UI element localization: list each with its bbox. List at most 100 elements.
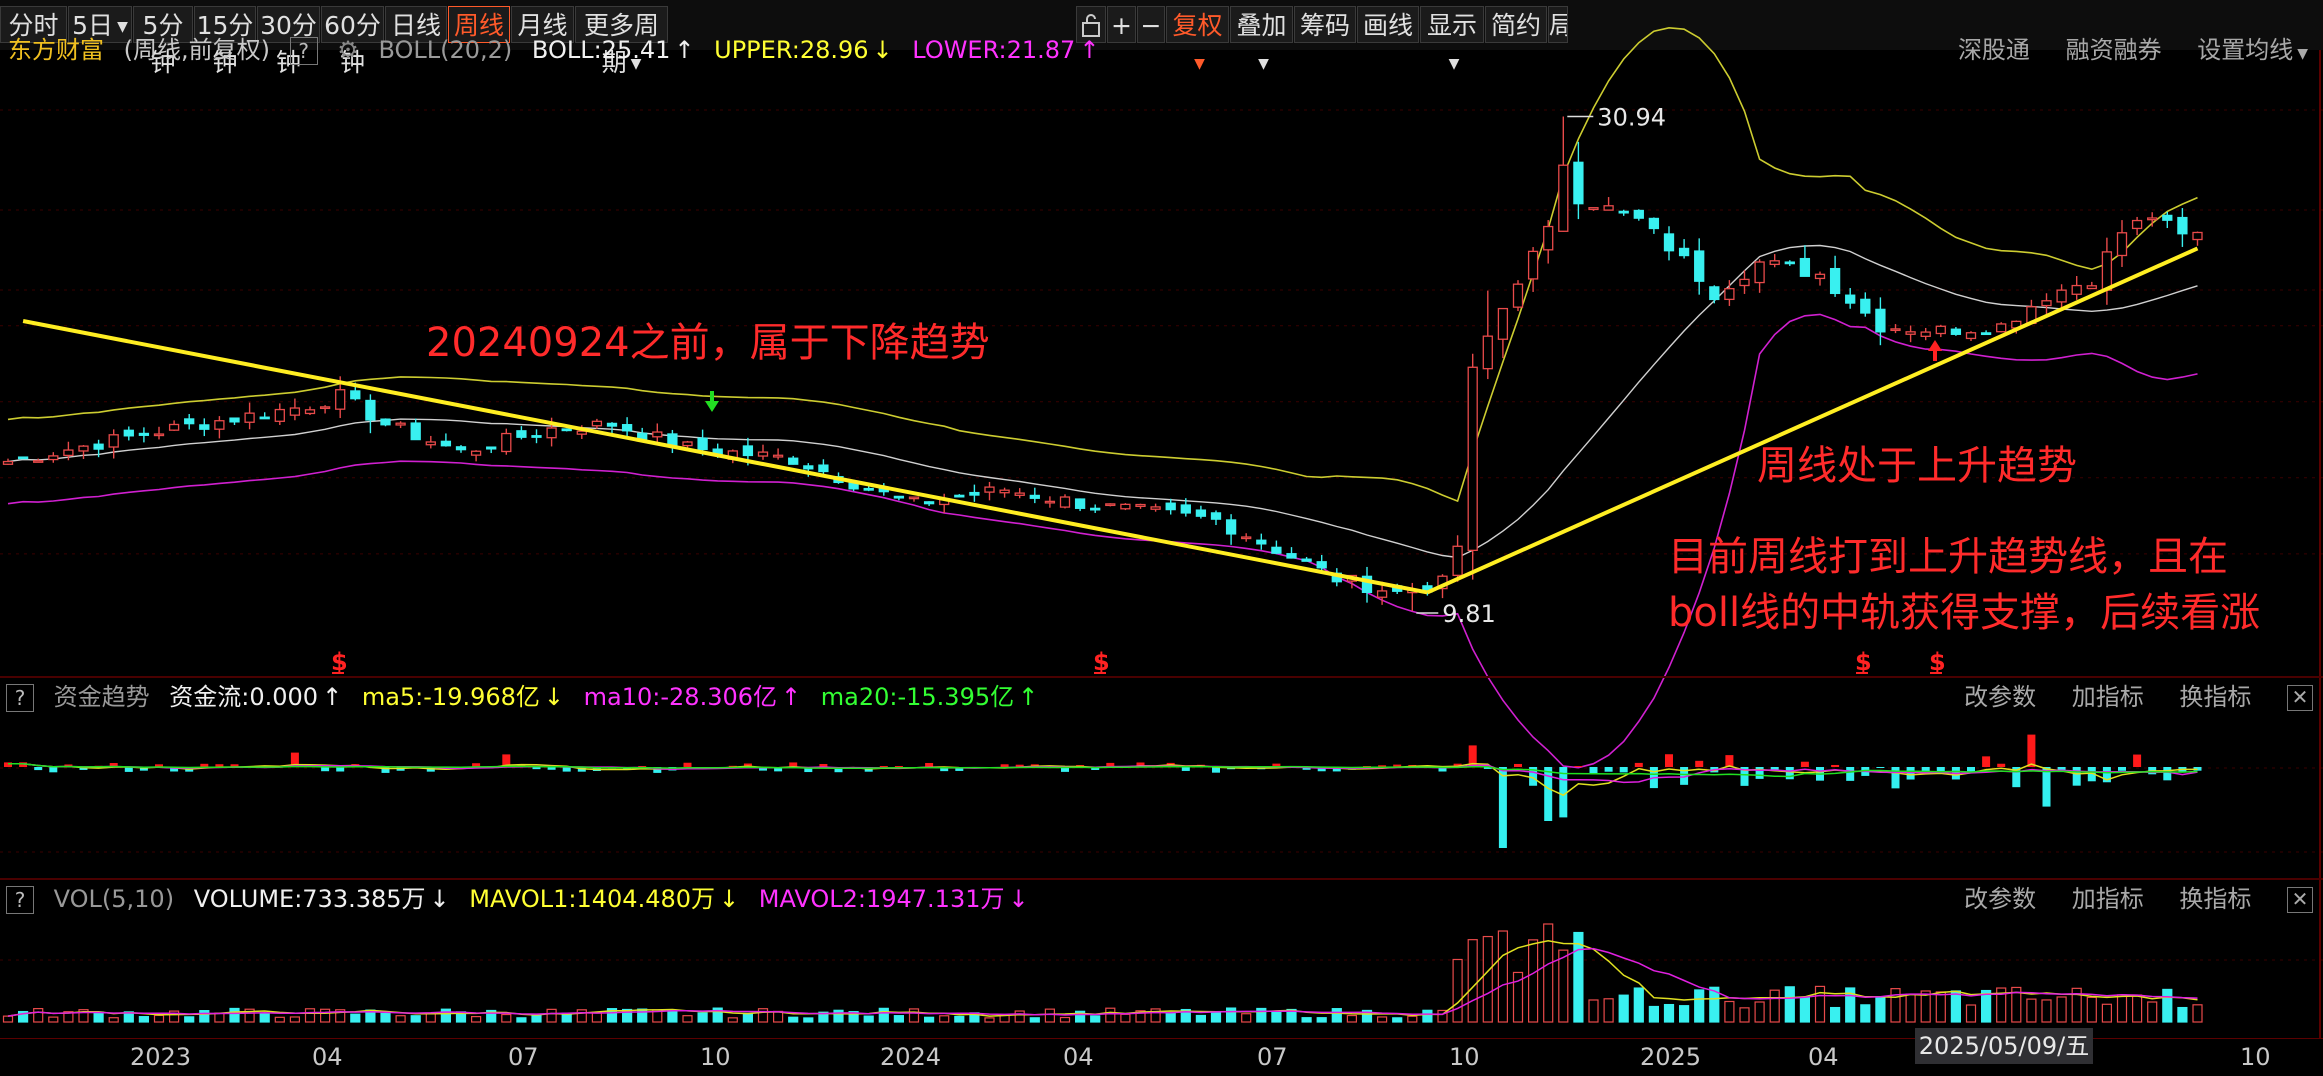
candle-body xyxy=(1678,247,1690,257)
volume-bar xyxy=(2086,996,2097,1023)
candle-body xyxy=(501,432,512,453)
candle-body xyxy=(93,443,104,450)
fund-ma20-value: ma20:-15.395亿 xyxy=(820,683,1015,711)
volume-bar xyxy=(878,1007,889,1023)
candle-body xyxy=(1829,267,1841,295)
volume-bar xyxy=(1860,1004,1871,1023)
fund-bar xyxy=(1800,761,1809,767)
volume-bar xyxy=(863,1015,874,1023)
volume-bar xyxy=(1754,1001,1765,1023)
candle-body xyxy=(1165,502,1176,511)
volume-bar xyxy=(1784,986,1795,1023)
candle-body xyxy=(1950,328,1962,335)
volume-bar xyxy=(320,1008,331,1023)
candle-body xyxy=(1074,498,1086,509)
candle-body xyxy=(1980,332,1992,336)
volume-bar xyxy=(1392,1017,1403,1023)
fund-bar xyxy=(1000,764,1009,767)
candle-body xyxy=(153,433,165,437)
candle-body xyxy=(168,423,180,431)
close-icon[interactable]: ✕ xyxy=(2287,887,2313,913)
volume-bar xyxy=(274,1016,285,1023)
candle-body xyxy=(1739,278,1750,287)
volume-bar xyxy=(1814,985,1826,1023)
fund-bar xyxy=(1574,766,1583,767)
fund-bar xyxy=(879,766,888,767)
volume-bar xyxy=(1799,996,1811,1023)
candle-body xyxy=(1256,539,1267,545)
link-change-params[interactable]: 改参数 xyxy=(1964,683,2036,711)
help-button[interactable]: ? xyxy=(6,684,34,712)
volume-bar xyxy=(1407,1015,1418,1023)
candle-body xyxy=(742,445,754,457)
volume-bar xyxy=(2116,994,2128,1023)
fund-bar xyxy=(2163,767,2172,781)
fund-bar xyxy=(1514,763,1522,767)
volume-bar xyxy=(1603,998,1614,1023)
arrow-down-icon xyxy=(705,391,719,412)
candle-body xyxy=(1799,257,1811,277)
volume-bar xyxy=(410,1015,421,1023)
volume-bar xyxy=(531,1014,542,1023)
volume-bar xyxy=(1029,1017,1040,1023)
fund-bar xyxy=(1997,763,2006,767)
candle-body xyxy=(1648,217,1660,230)
candle-body xyxy=(1965,332,1977,340)
arrow-up-icon xyxy=(1928,340,1942,361)
signal-mark: $ xyxy=(1855,648,1872,676)
volume-bar xyxy=(833,1009,844,1023)
volume-bar xyxy=(2147,1001,2158,1023)
candle-body xyxy=(123,429,134,437)
candle-body xyxy=(546,427,557,439)
candle-body xyxy=(48,455,59,461)
candle-body xyxy=(1150,506,1161,510)
candle-body xyxy=(184,418,195,425)
candle-body xyxy=(1286,553,1297,559)
volume-bar xyxy=(1905,993,1916,1023)
candle-body xyxy=(1497,307,1509,340)
signal-mark: $ xyxy=(1929,648,1946,676)
volume-bar xyxy=(1935,991,1946,1023)
help-button[interactable]: ? xyxy=(6,886,34,914)
fund-bar xyxy=(1634,762,1643,767)
candle-body xyxy=(516,430,527,438)
high-price-label: 30.94 xyxy=(1597,104,1666,132)
candle-body xyxy=(1376,590,1388,598)
link-add-indicator[interactable]: 加指标 xyxy=(2072,683,2144,711)
volume-bar xyxy=(803,1017,814,1023)
x-tick-label: 2023 xyxy=(130,1043,192,1071)
candle-body xyxy=(455,446,467,451)
candle-body xyxy=(78,445,89,452)
volume-bar xyxy=(1467,939,1478,1023)
link-change-params[interactable]: 改参数 xyxy=(1964,885,2036,913)
close-icon[interactable]: ✕ xyxy=(2287,685,2313,711)
candle-body xyxy=(244,412,255,423)
link-switch-indicator[interactable]: 换指标 xyxy=(2179,885,2251,913)
candle-body xyxy=(969,491,980,496)
volume-bar xyxy=(1497,930,1509,1023)
candle-body xyxy=(1935,325,1946,335)
candle-body xyxy=(818,464,829,473)
candle-body xyxy=(425,441,436,446)
arrow-down-icon: ↓ xyxy=(429,885,450,913)
candle-body xyxy=(1482,335,1493,370)
volume-bar xyxy=(184,1016,195,1023)
candle-body xyxy=(984,486,995,493)
candle-body xyxy=(893,495,905,499)
fund-bar xyxy=(2118,767,2126,771)
volume-bar xyxy=(2132,994,2143,1023)
link-switch-indicator[interactable]: 换指标 xyxy=(2179,683,2251,711)
candle-body xyxy=(2116,232,2128,257)
vol-title[interactable]: VOL(5,10) xyxy=(54,885,174,913)
volume-bar xyxy=(1663,1003,1675,1023)
volume-bar xyxy=(1301,1017,1312,1023)
fund-title[interactable]: 资金趋势 xyxy=(54,683,150,711)
volume-bar xyxy=(2192,1004,2203,1023)
link-add-indicator[interactable]: 加指标 xyxy=(2072,885,2144,913)
volume-bar xyxy=(1120,1013,1131,1023)
candle-body xyxy=(2041,300,2052,307)
volume-bar xyxy=(1527,939,1539,1023)
annotation-down-trend: 20240924之前，属于下降趋势 xyxy=(426,320,990,366)
fund-bar xyxy=(1181,767,1190,771)
fund-bar xyxy=(34,767,43,771)
